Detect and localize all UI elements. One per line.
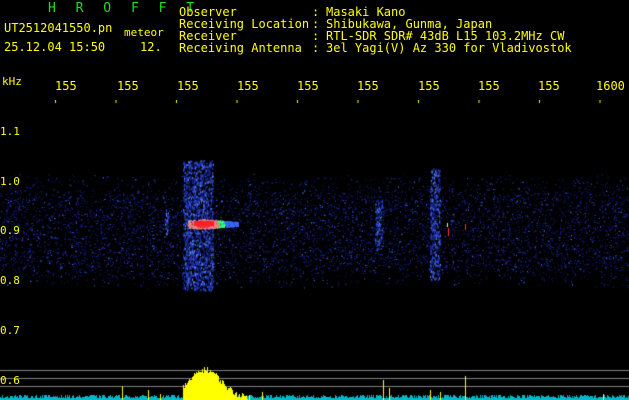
freq-tick-label: 0.6 (0, 374, 20, 387)
time-tick-label: 155 (237, 79, 259, 93)
filename: UT2512041550.pn (4, 21, 113, 35)
khz-unit-label: kHz (2, 75, 22, 88)
time-tick-label: 155 (538, 79, 560, 93)
freq-tick-label: 0.9 (0, 224, 20, 237)
meteor-label: meteor (124, 26, 164, 39)
frame-number: 12. (140, 40, 162, 54)
time-tick-label: 155 (478, 79, 500, 93)
time-tick-label: 155 (55, 79, 77, 93)
info-value-antenna: 3el Yagi(V) Az 330 for Vladivostok (326, 41, 572, 55)
time-tick-label: 1600 (596, 79, 625, 93)
time-tick-label: 155 (418, 79, 440, 93)
spectrogram-canvas (0, 100, 629, 400)
info-colon: : (312, 41, 320, 55)
timestamp: 25.12.04 15:50 (4, 40, 106, 54)
time-tick-label: 155 (297, 79, 319, 93)
freq-tick-label: 0.8 (0, 274, 20, 287)
time-tick-label: 155 (177, 79, 199, 93)
freq-tick-label: 1.1 (0, 125, 20, 138)
freq-tick-label: 0.7 (0, 324, 20, 337)
app-title: H R O F F T (48, 1, 201, 16)
time-tick-label: 155 (357, 79, 379, 93)
freq-tick-label: 1.0 (0, 175, 20, 188)
info-key-antenna: Receiving Antenna (179, 41, 302, 55)
time-tick-label: 155 (117, 79, 139, 93)
